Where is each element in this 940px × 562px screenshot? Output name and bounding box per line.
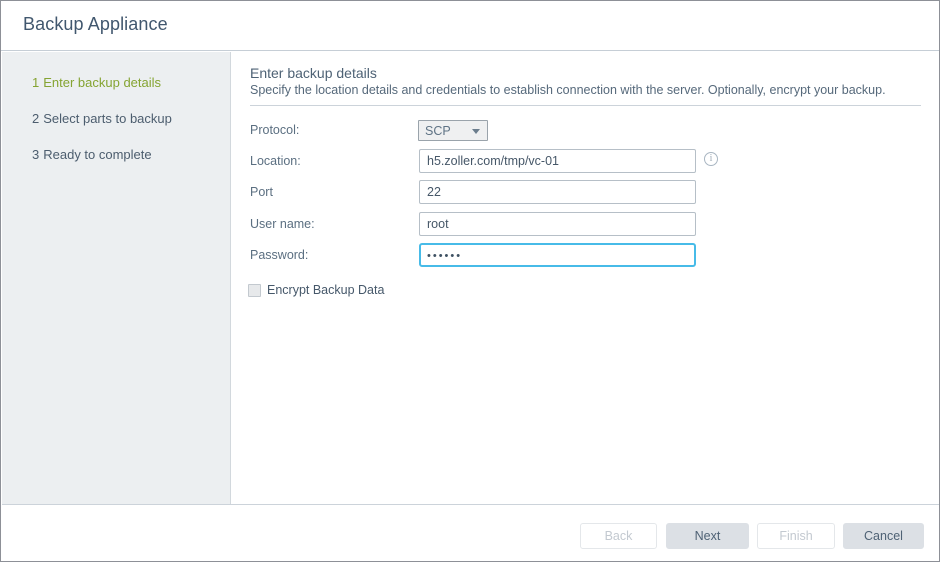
content-divider bbox=[250, 105, 921, 106]
sidebar-step-number: 1 bbox=[32, 75, 39, 90]
sidebar-step-number: 3 bbox=[32, 147, 39, 162]
location-input[interactable] bbox=[419, 149, 696, 173]
username-label: User name: bbox=[250, 217, 315, 231]
port-input[interactable] bbox=[419, 180, 696, 204]
location-label: Location: bbox=[250, 154, 301, 168]
password-label: Password: bbox=[250, 248, 308, 262]
protocol-label: Protocol: bbox=[250, 123, 299, 137]
username-input[interactable] bbox=[419, 212, 696, 236]
protocol-selected-value: SCP bbox=[425, 124, 451, 138]
password-masked-value: •••••• bbox=[427, 250, 462, 262]
wizard-footer: Back Next Finish Cancel bbox=[2, 504, 939, 561]
cancel-button[interactable]: Cancel bbox=[843, 523, 924, 549]
encrypt-backup-data-label: Encrypt Backup Data bbox=[267, 283, 384, 297]
back-button[interactable]: Back bbox=[580, 523, 657, 549]
pane-description: Specify the location details and credent… bbox=[250, 83, 886, 97]
sidebar-step-label: Select parts to backup bbox=[43, 111, 172, 126]
next-button[interactable]: Next bbox=[666, 523, 749, 549]
sidebar-step-label: Enter backup details bbox=[43, 75, 161, 90]
sidebar-step-enter-backup-details[interactable]: 1 Enter backup details bbox=[32, 75, 161, 91]
sidebar-step-number: 2 bbox=[32, 111, 39, 126]
finish-button[interactable]: Finish bbox=[757, 523, 835, 549]
info-icon[interactable]: i bbox=[704, 152, 718, 166]
window-titlebar: Backup Appliance bbox=[1, 1, 939, 51]
sidebar-step-select-parts-to-backup[interactable]: 2 Select parts to backup bbox=[32, 111, 172, 127]
sidebar-step-ready-to-complete[interactable]: 3 Ready to complete bbox=[32, 147, 152, 163]
page-title: Backup Appliance bbox=[23, 14, 168, 35]
port-label: Port bbox=[250, 185, 273, 199]
encrypt-backup-data-checkbox[interactable] bbox=[248, 284, 261, 297]
backup-appliance-wizard-window: Backup Appliance 1 Enter backup details 2… bbox=[0, 0, 940, 562]
wizard-step-sidebar: 1 Enter backup details 2 Select parts to b… bbox=[2, 52, 231, 504]
wizard-content-pane: Enter backup details Specify the locatio… bbox=[231, 52, 939, 504]
protocol-select[interactable]: SCP bbox=[418, 120, 488, 141]
chevron-down-icon bbox=[472, 129, 480, 134]
pane-title: Enter backup details bbox=[250, 65, 377, 81]
sidebar-step-label: Ready to complete bbox=[43, 147, 151, 162]
